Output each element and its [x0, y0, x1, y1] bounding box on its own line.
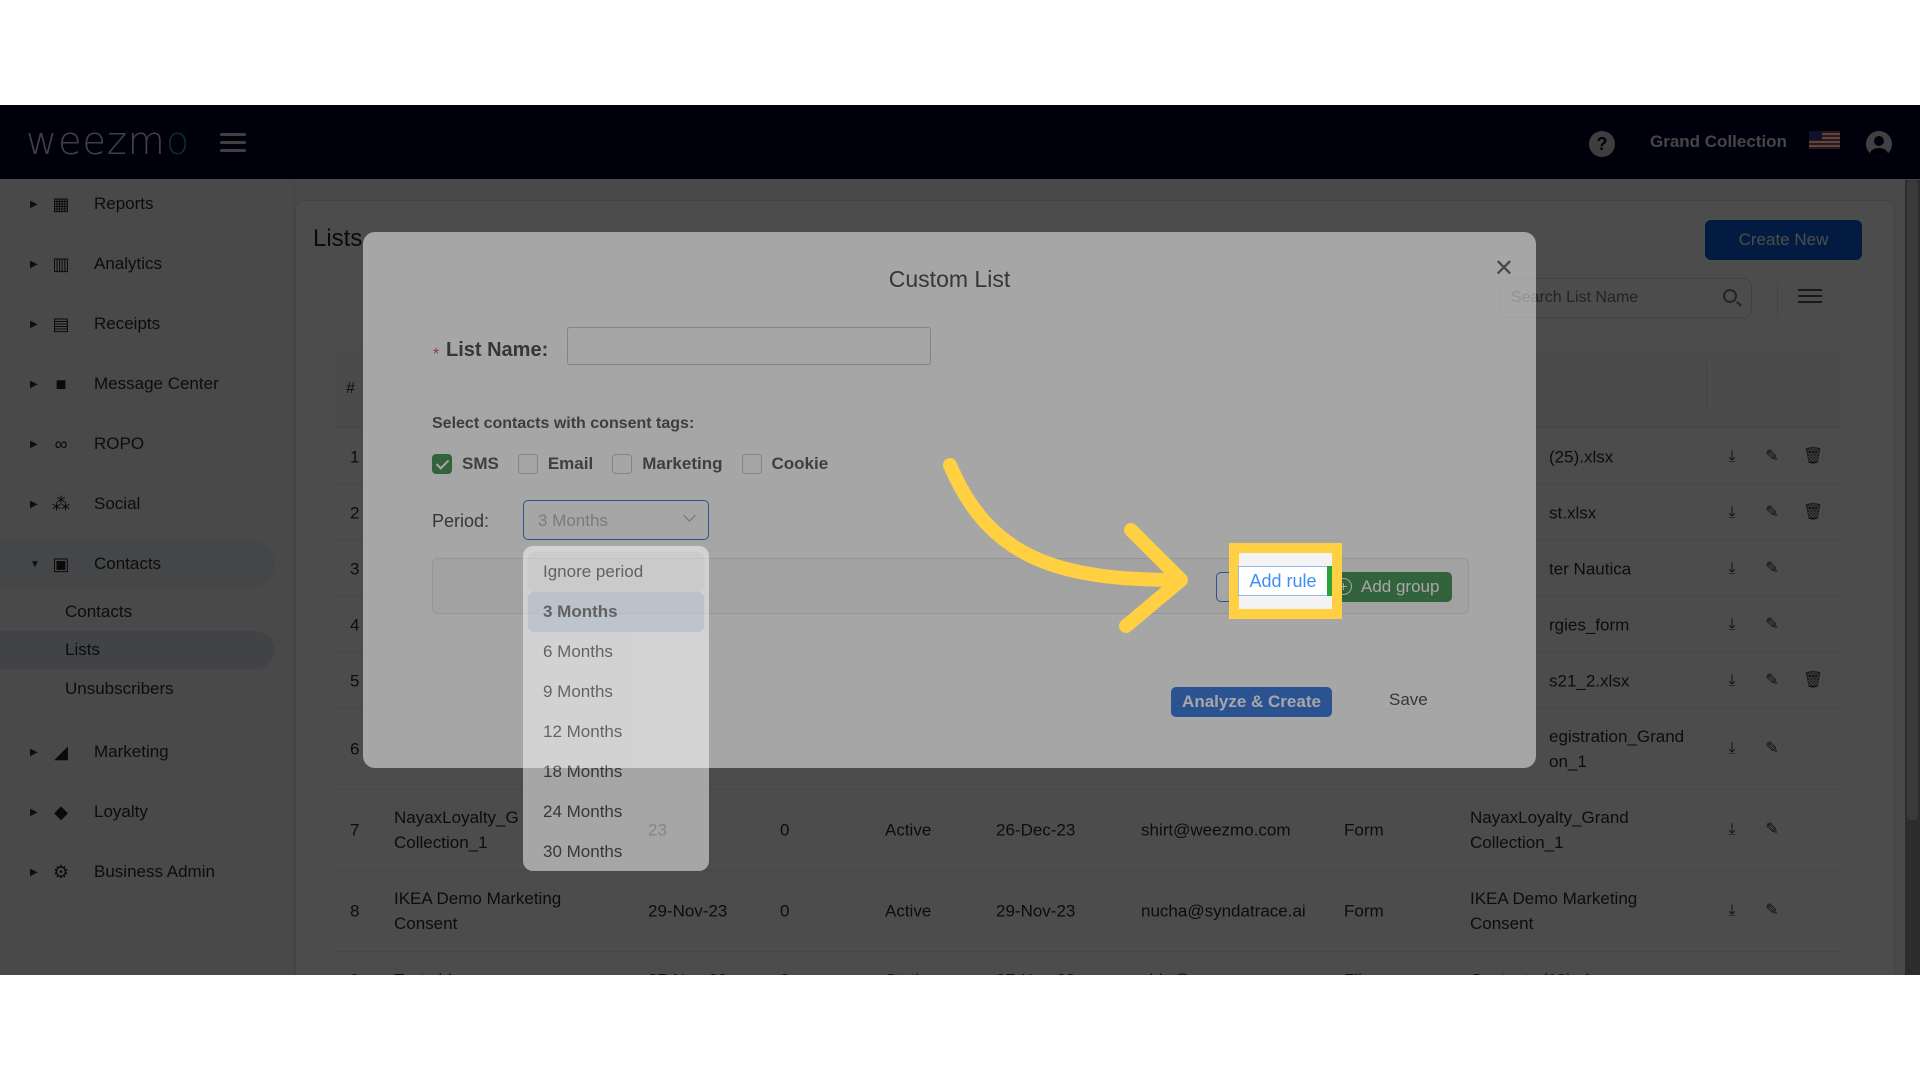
option-label: 24 Months — [543, 802, 623, 821]
period-option[interactable]: 12 Months — [528, 712, 704, 752]
period-option[interactable]: 6 Months — [528, 632, 704, 672]
consent-tags-label: Select contacts with consent tags: — [432, 415, 695, 432]
period-label: Period: — [432, 511, 490, 531]
chevron-down-icon — [683, 509, 696, 522]
scrollbar-thumb[interactable] — [1907, 180, 1918, 820]
consent-checkbox-cookie[interactable]: Cookie — [741, 454, 829, 474]
checkbox-label: Marketing — [642, 454, 723, 473]
close-icon[interactable]: ✕ — [1494, 254, 1514, 283]
save-button[interactable]: Save — [1389, 690, 1428, 710]
option-label: 6 Months — [543, 642, 613, 661]
list-name-input[interactable] — [567, 327, 931, 365]
option-label: 9 Months — [543, 682, 613, 701]
option-label: 18 Months — [543, 762, 623, 781]
consent-checkbox-sms[interactable]: SMS — [432, 454, 499, 474]
checkbox-unchecked[interactable] — [517, 454, 538, 474]
add-group-edge — [1327, 566, 1332, 596]
checkbox-unchecked[interactable] — [612, 454, 633, 474]
period-option[interactable]: 9 Months — [528, 672, 704, 712]
app-window: weezmo ? Grand Collection ▶▦Reports ▶▥An… — [0, 105, 1920, 975]
period-option[interactable]: Ignore period — [528, 552, 704, 592]
option-label: 12 Months — [543, 722, 623, 741]
checkbox-label: Email — [547, 454, 594, 473]
period-select[interactable]: 3 Months — [523, 500, 709, 540]
checkbox-label: Cookie — [771, 454, 829, 473]
option-label: 30 Months — [543, 842, 623, 861]
consent-checkbox-email[interactable]: Email — [517, 454, 594, 474]
consent-checkbox-marketing[interactable]: Marketing — [612, 454, 723, 474]
period-option[interactable]: 18 Months — [528, 752, 704, 792]
period-option[interactable]: 24 Months — [528, 792, 704, 832]
period-dropdown-menu: Ignore period 3 Months 6 Months 9 Months… — [523, 546, 709, 871]
option-label: Ignore period — [543, 562, 644, 581]
page-scrollbar[interactable] — [1905, 180, 1920, 975]
checkbox-unchecked[interactable] — [741, 454, 762, 474]
period-selected-value: 3 Months — [538, 511, 608, 530]
add-group-button[interactable]: + Add group — [1327, 572, 1452, 602]
add-group-label: Add group — [1361, 577, 1440, 596]
modal-title: Custom List — [888, 266, 1011, 292]
consent-tags-group: SMS Email Marketing Cookie — [432, 454, 847, 474]
required-asterisk: * — [433, 346, 440, 363]
period-option-selected[interactable]: 3 Months — [528, 592, 704, 632]
analyze-create-button[interactable]: Analyze & Create — [1171, 687, 1332, 717]
checkbox-checked[interactable] — [432, 454, 452, 474]
add-rule-button[interactable]: Add rule — [1238, 566, 1328, 596]
checkbox-label: SMS — [462, 454, 499, 473]
list-name-label: List Name: — [446, 339, 549, 361]
period-option[interactable]: 30 Months — [528, 832, 704, 872]
option-label: 3 Months — [543, 602, 618, 621]
